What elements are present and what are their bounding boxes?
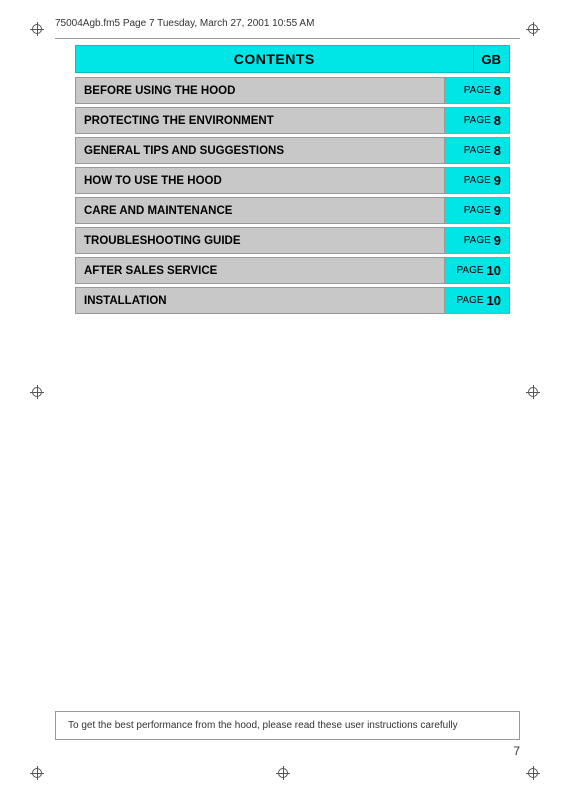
crosshair-mid-left [30, 385, 44, 399]
page-num: 8 [494, 83, 501, 98]
header-bar: 75004Agb.fm5 Page 7 Tuesday, March 27, 2… [55, 18, 535, 29]
crosshair-top-right [526, 22, 540, 36]
page-word: PAGE [456, 295, 483, 306]
contents-gb: GB [474, 45, 511, 73]
toc-item-page: PAGE 9 [444, 198, 509, 223]
top-divider [55, 38, 520, 39]
toc-item-label: CARE AND MAINTENANCE [76, 198, 444, 223]
main-content: CONTENTS GB BEFORE USING THE HOOD PAGE 8… [75, 45, 510, 317]
toc-item-label: GENERAL TIPS AND SUGGESTIONS [76, 138, 444, 163]
page-num: 9 [494, 233, 501, 248]
crosshair-mid-right [526, 385, 540, 399]
page-num: 8 [494, 143, 501, 158]
toc-item-page: PAGE 10 [444, 258, 509, 283]
page-num: 9 [494, 173, 501, 188]
toc-item: CARE AND MAINTENANCE PAGE 9 [75, 197, 510, 224]
page-container: 75004Agb.fm5 Page 7 Tuesday, March 27, 2… [0, 0, 565, 800]
page-number: 7 [513, 744, 520, 758]
page-num: 10 [487, 263, 501, 278]
page-word: PAGE [464, 115, 491, 126]
page-num: 9 [494, 203, 501, 218]
page-word: PAGE [464, 235, 491, 246]
page-word: PAGE [464, 175, 491, 186]
page-word: PAGE [456, 265, 483, 276]
toc-item-page: PAGE 8 [444, 138, 509, 163]
bottom-note: To get the best performance from the hoo… [55, 711, 520, 740]
toc-item-label: INSTALLATION [76, 288, 444, 313]
toc-item: GENERAL TIPS AND SUGGESTIONS PAGE 8 [75, 137, 510, 164]
toc-item: AFTER SALES SERVICE PAGE 10 [75, 257, 510, 284]
toc-item-label: TROUBLESHOOTING GUIDE [76, 228, 444, 253]
crosshair-bottom-right [526, 766, 540, 780]
page-num: 10 [487, 293, 501, 308]
toc-item-page: PAGE 8 [444, 78, 509, 103]
toc-item: TROUBLESHOOTING GUIDE PAGE 9 [75, 227, 510, 254]
toc-item-page: PAGE 9 [444, 168, 509, 193]
toc-item: HOW TO USE THE HOOD PAGE 9 [75, 167, 510, 194]
page-word: PAGE [464, 145, 491, 156]
crosshair-bottom-left [30, 766, 44, 780]
contents-title: CONTENTS [75, 45, 474, 73]
toc-item: PROTECTING THE ENVIRONMENT PAGE 8 [75, 107, 510, 134]
toc-item-label: BEFORE USING THE HOOD [76, 78, 444, 103]
page-word: PAGE [464, 85, 491, 96]
crosshair-top-left [30, 22, 44, 36]
toc-item-label: HOW TO USE THE HOOD [76, 168, 444, 193]
crosshair-bottom-center [276, 766, 290, 780]
toc-item-page: PAGE 10 [444, 288, 509, 313]
page-num: 8 [494, 113, 501, 128]
toc-list: BEFORE USING THE HOOD PAGE 8 PROTECTING … [75, 77, 510, 314]
toc-item: BEFORE USING THE HOOD PAGE 8 [75, 77, 510, 104]
toc-item: INSTALLATION PAGE 10 [75, 287, 510, 314]
toc-item-label: PROTECTING THE ENVIRONMENT [76, 108, 444, 133]
toc-item-page: PAGE 8 [444, 108, 509, 133]
header-text: 75004Agb.fm5 Page 7 Tuesday, March 27, 2… [55, 18, 314, 29]
toc-item-page: PAGE 9 [444, 228, 509, 253]
toc-item-label: AFTER SALES SERVICE [76, 258, 444, 283]
page-word: PAGE [464, 205, 491, 216]
contents-header: CONTENTS GB [75, 45, 510, 73]
